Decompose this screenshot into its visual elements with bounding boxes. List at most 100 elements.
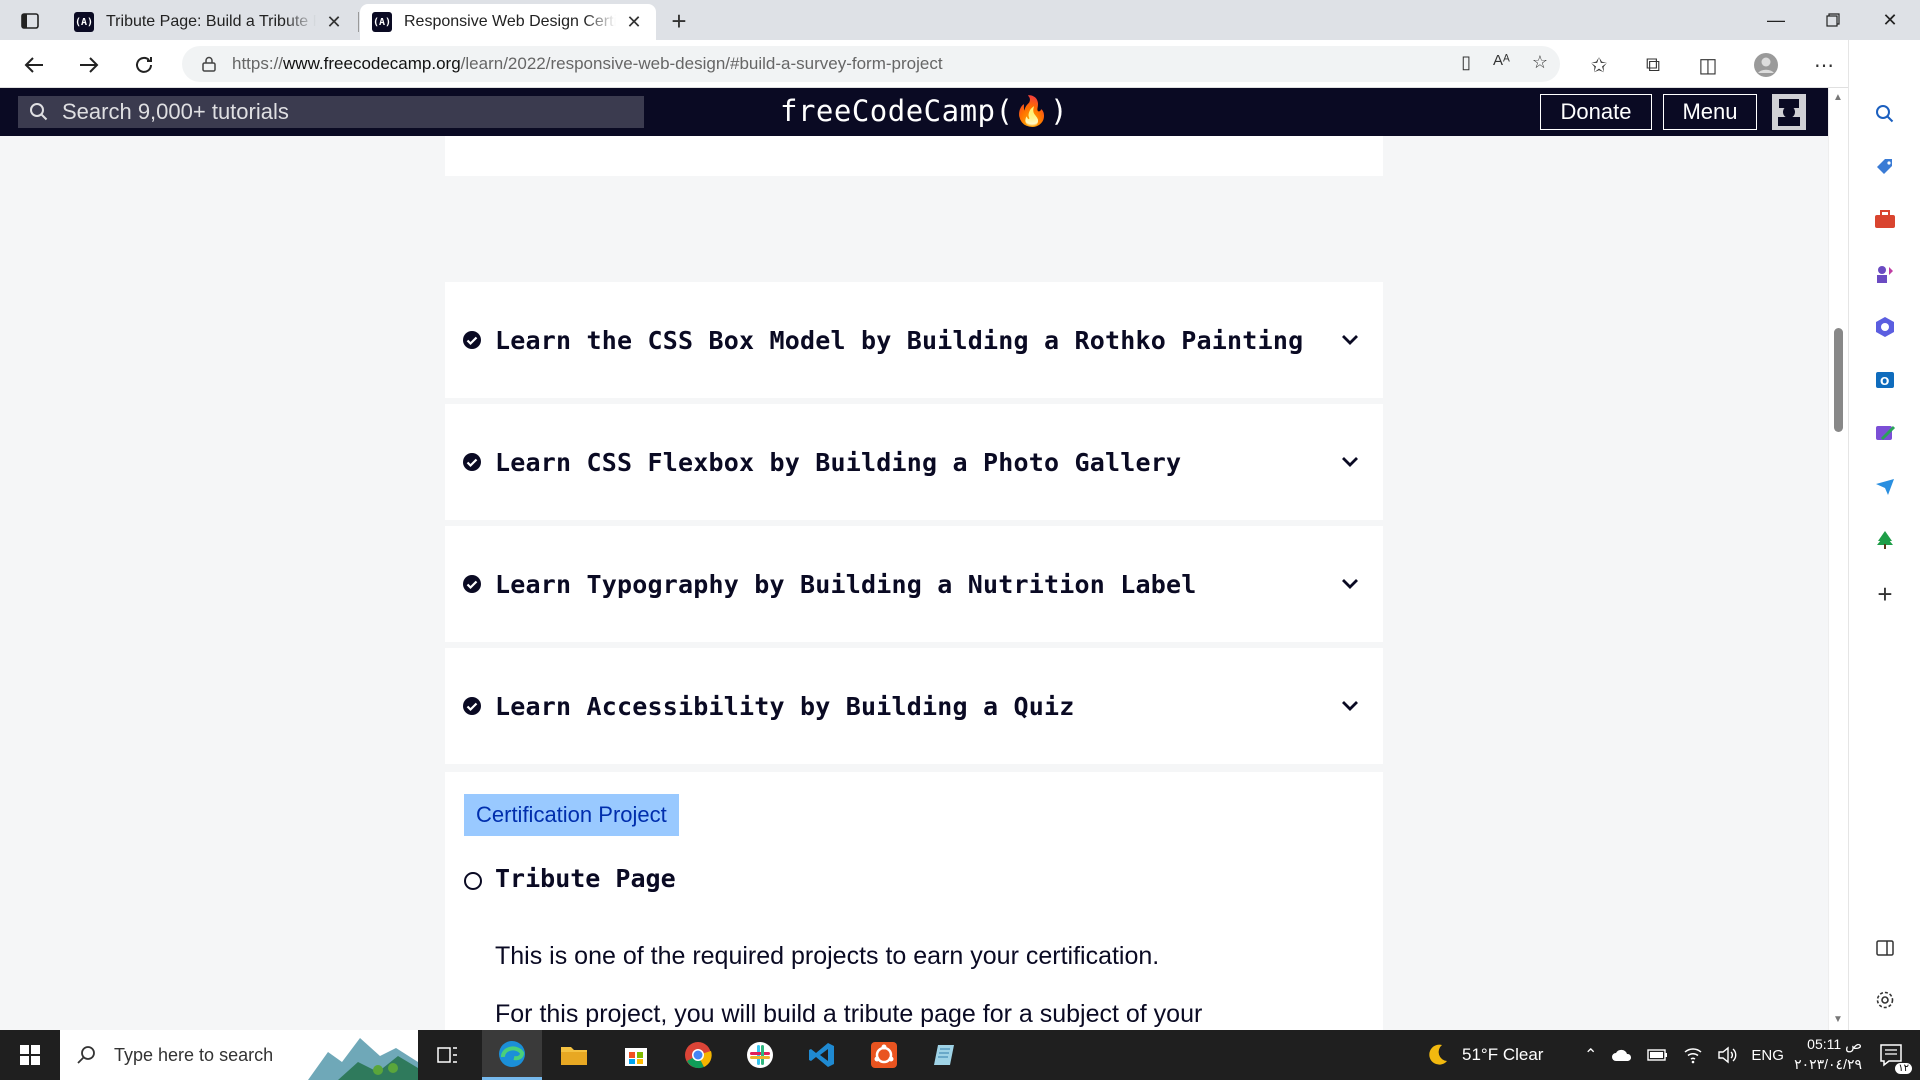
task-view-icon[interactable] xyxy=(418,1030,478,1080)
taskbar-search-box[interactable]: Type here to search xyxy=(60,1030,418,1080)
show-hidden-icons-icon[interactable]: ⌃ xyxy=(1584,1045,1597,1065)
back-button[interactable] xyxy=(17,48,51,82)
weather-text: 51°F Clear xyxy=(1462,1045,1544,1064)
tab-title: Tribute Page: Build a Tribute Page xyxy=(106,13,316,30)
tab-title: Responsive Web Design Certification xyxy=(404,13,616,30)
restore-button[interactable] xyxy=(1805,0,1861,40)
check-circle-icon xyxy=(463,697,481,715)
project-description: For this project, you will build a tribu… xyxy=(495,1000,1203,1028)
incomplete-circle-icon xyxy=(464,872,482,890)
taskbar-search-placeholder: Type here to search xyxy=(114,1044,274,1065)
weather-widget[interactable]: 51°F Clear xyxy=(1424,1030,1543,1080)
system-tray: ⌃ ENG xyxy=(1584,1030,1784,1080)
search-icon xyxy=(77,1046,95,1064)
tab-actions-icon[interactable] xyxy=(14,8,46,34)
drop-icon[interactable] xyxy=(1871,420,1899,448)
check-circle-icon xyxy=(463,575,481,593)
tab-tribute-page[interactable]: (A) Tribute Page: Build a Tribute Page ✕ xyxy=(62,4,356,40)
sidebar-search-icon[interactable] xyxy=(1871,100,1899,128)
add-favorite-icon[interactable]: ☆ xyxy=(1532,52,1548,73)
clock[interactable]: 05:11 ص ٢٠٢٣/٠٤/٢٩ xyxy=(1772,1034,1862,1074)
notifications-icon[interactable]: ١٢ xyxy=(1862,1030,1920,1080)
battery-icon[interactable] xyxy=(1647,1048,1669,1062)
clock-date: ٢٠٢٣/٠٤/٢٩ xyxy=(1794,1056,1862,1072)
block-title: Learn the CSS Box Model by Building a Ro… xyxy=(495,325,1304,355)
sidebar-settings-icon[interactable] xyxy=(1871,986,1899,1014)
hide-sidebar-icon[interactable] xyxy=(1871,934,1899,962)
file-explorer-icon[interactable] xyxy=(544,1030,604,1080)
tree-icon[interactable] xyxy=(1871,526,1899,554)
ubuntu-icon[interactable] xyxy=(854,1030,914,1080)
block-css-box-model[interactable]: Learn the CSS Box Model by Building a Ro… xyxy=(445,282,1383,398)
chevron-down-icon[interactable] xyxy=(1339,695,1361,717)
address-toolbar: https://www.freecodecamp.org/learn/2022/… xyxy=(0,40,1920,88)
more-options-icon[interactable]: ⋯ xyxy=(1811,52,1837,78)
edge-shopping-icon[interactable]: ◫ xyxy=(1695,52,1721,78)
clock-time: 05:11 ص xyxy=(1807,1036,1862,1052)
block-typography[interactable]: Learn Typography by Building a Nutrition… xyxy=(445,526,1383,642)
microsoft-store-icon[interactable] xyxy=(606,1030,666,1080)
certification-project-block: Certification Project Tribute Page This … xyxy=(445,772,1383,1030)
vscode-icon[interactable] xyxy=(792,1030,852,1080)
scroll-up-arrow-icon[interactable]: ▲ xyxy=(1833,92,1843,103)
scroll-thumb[interactable] xyxy=(1834,328,1843,432)
new-tab-button[interactable]: + xyxy=(664,6,694,37)
favorites-icon[interactable]: ✩ xyxy=(1586,52,1612,78)
close-tab-icon[interactable]: ✕ xyxy=(324,12,344,33)
moon-icon xyxy=(1429,1044,1447,1065)
lock-icon[interactable] xyxy=(202,56,216,72)
tools-briefcase-icon[interactable] xyxy=(1871,206,1899,234)
refresh-button[interactable] xyxy=(127,48,161,82)
profile-icon[interactable] xyxy=(1753,52,1779,78)
app-available-icon[interactable]: ▯ xyxy=(1461,52,1471,73)
collections-icon[interactable]: ⧉ xyxy=(1640,52,1666,78)
chevron-down-icon[interactable] xyxy=(1339,329,1361,351)
slack-icon[interactable] xyxy=(730,1030,790,1080)
curriculum-content: Learn the CSS Box Model by Building a Ro… xyxy=(0,136,1828,1030)
minimize-button[interactable]: — xyxy=(1748,0,1804,40)
games-icon[interactable] xyxy=(1871,260,1899,288)
chrome-icon[interactable] xyxy=(668,1030,728,1080)
donate-button[interactable]: Donate xyxy=(1540,94,1652,130)
certification-project-badge: Certification Project xyxy=(464,794,679,836)
shopping-tag-icon[interactable] xyxy=(1871,153,1899,181)
url-field[interactable]: https://www.freecodecamp.org/learn/2022/… xyxy=(182,46,1560,82)
url-text: https://www.freecodecamp.org/learn/2022/… xyxy=(232,54,943,73)
microsoft-365-icon[interactable] xyxy=(1871,313,1899,341)
project-description: This is one of the required projects to … xyxy=(495,942,1160,970)
onedrive-cloud-icon[interactable] xyxy=(1611,1048,1633,1062)
add-sidebar-app-icon[interactable]: + xyxy=(1871,579,1899,609)
search-input[interactable]: Search 9,000+ tutorials xyxy=(18,96,644,128)
tab-responsive-web-design[interactable]: (A) Responsive Web Design Certification … xyxy=(360,4,656,40)
outlook-icon[interactable]: O xyxy=(1871,366,1899,394)
volume-icon[interactable] xyxy=(1717,1046,1737,1064)
user-avatar[interactable] xyxy=(1772,94,1806,130)
chevron-down-icon[interactable] xyxy=(1339,451,1361,473)
windows-start-button[interactable] xyxy=(0,1030,60,1080)
project-title-link[interactable]: Tribute Page xyxy=(495,864,676,893)
search-icon xyxy=(30,103,48,121)
check-circle-icon xyxy=(463,331,481,349)
forward-button[interactable] xyxy=(72,48,106,82)
wifi-icon[interactable] xyxy=(1683,1046,1703,1064)
block-accessibility[interactable]: Learn Accessibility by Building a Quiz xyxy=(445,648,1383,764)
chevron-down-icon[interactable] xyxy=(1339,573,1361,595)
page-scrollbar[interactable]: ▲ ▼ xyxy=(1828,88,1848,1030)
search-highlight-image xyxy=(308,1038,418,1080)
read-aloud-icon[interactable]: Aᴬ xyxy=(1493,52,1510,73)
notification-count-badge: ١٢ xyxy=(1895,1063,1912,1074)
send-icon[interactable] xyxy=(1871,473,1899,501)
fcc-logo[interactable]: freeCodeCamp(🔥) xyxy=(780,94,1068,129)
edge-sidebar: O + xyxy=(1848,40,1920,1030)
previous-block-end xyxy=(445,136,1383,176)
close-tab-icon[interactable]: ✕ xyxy=(624,12,644,33)
block-title: Learn CSS Flexbox by Building a Photo Ga… xyxy=(495,447,1182,477)
search-placeholder: Search 9,000+ tutorials xyxy=(62,99,289,124)
close-window-button[interactable]: ✕ xyxy=(1862,0,1918,40)
block-css-flexbox[interactable]: Learn CSS Flexbox by Building a Photo Ga… xyxy=(445,404,1383,520)
menu-button[interactable]: Menu xyxy=(1663,94,1757,130)
notepad-app-icon[interactable] xyxy=(916,1030,976,1080)
scroll-down-arrow-icon[interactable]: ▼ xyxy=(1833,1014,1843,1025)
fcc-navbar: Search 9,000+ tutorials freeCodeCamp(🔥) … xyxy=(0,88,1828,136)
edge-taskbar-icon[interactable] xyxy=(482,1030,542,1080)
